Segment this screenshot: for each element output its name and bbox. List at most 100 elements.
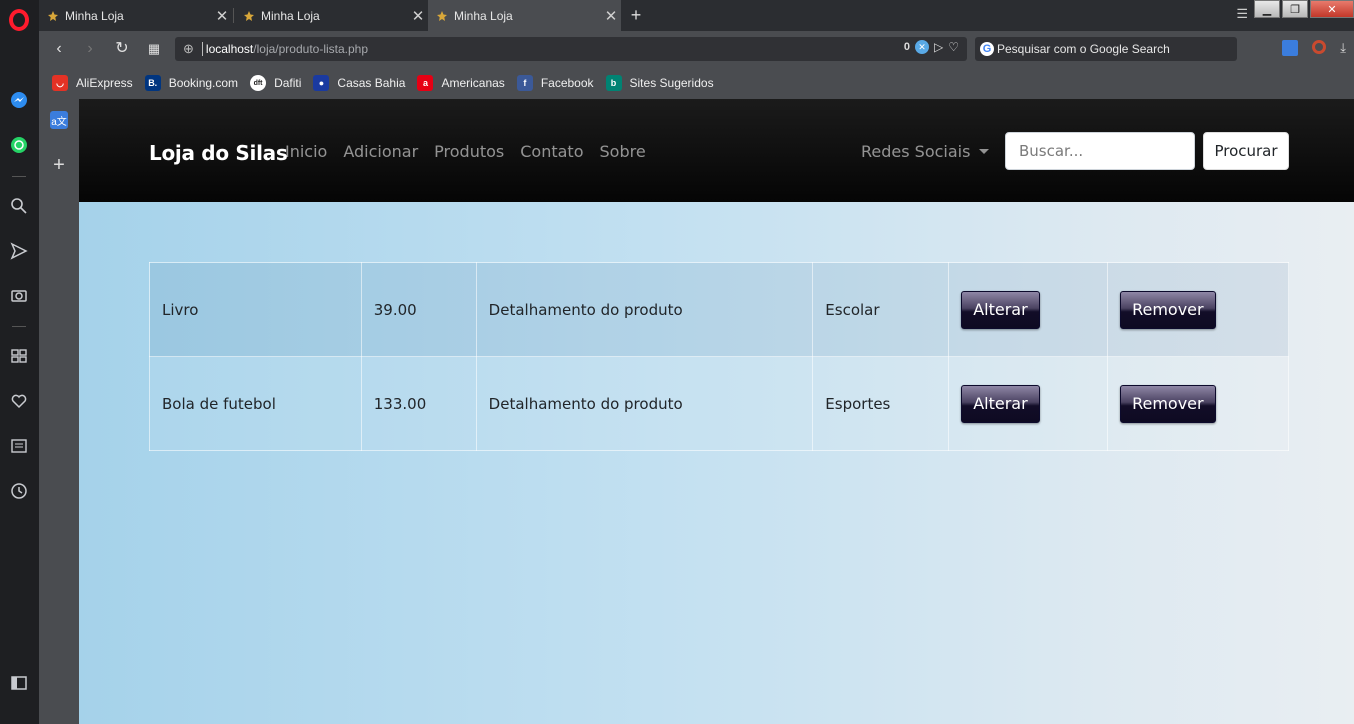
tracker-count: 0 xyxy=(903,41,910,53)
close-tab-icon[interactable]: ✕ xyxy=(212,7,232,25)
site-brand[interactable]: Loja do Silas xyxy=(149,141,288,165)
close-tab-icon[interactable]: ✕ xyxy=(408,7,428,25)
maximize-icon[interactable]: ❐ xyxy=(1282,0,1308,18)
store-favicon-icon xyxy=(47,10,59,22)
tab-title: Minha Loja xyxy=(261,8,320,23)
edit-cell: Alterar xyxy=(948,356,1109,451)
speed-dial-icon[interactable] xyxy=(8,345,30,367)
tab-title: Minha Loja xyxy=(454,8,513,23)
messenger-icon[interactable] xyxy=(8,89,30,111)
product-price: 39.00 xyxy=(360,262,477,357)
search-button[interactable]: Procurar xyxy=(1203,132,1289,170)
alterar-button[interactable]: Alterar xyxy=(961,384,1040,423)
caret-down-icon xyxy=(979,149,990,154)
camera-icon[interactable] xyxy=(8,284,30,306)
product-table: Livro 39.00 Detalhamento do produto Esco… xyxy=(149,262,1289,451)
nav-adicionar[interactable]: Adicionar xyxy=(343,142,418,161)
americanas-icon: a xyxy=(417,75,434,91)
news-icon[interactable] xyxy=(8,435,30,457)
search-engine-placeholder: Pesquisar com o Google Search xyxy=(997,42,1170,56)
close-window-icon[interactable]: ✕ xyxy=(1310,0,1354,18)
store-favicon-icon xyxy=(436,10,448,22)
product-price: 133.00 xyxy=(360,356,477,451)
vpn-extension-icon[interactable] xyxy=(1312,40,1327,54)
bookmark-americanas[interactable]: a Americanas xyxy=(417,75,505,91)
bookmark-aliexpress[interactable]: ◡ AliExpress xyxy=(52,75,133,91)
url-host: localhost xyxy=(201,42,253,56)
web-page: Loja do Silas Inicio Adicionar Produtos … xyxy=(79,99,1354,724)
close-tab-icon[interactable]: ✕ xyxy=(601,7,621,25)
dafiti-icon: dft xyxy=(250,75,267,91)
search-icon[interactable] xyxy=(8,195,30,217)
booking-icon: B. xyxy=(144,75,161,91)
tabs-grid-icon[interactable]: ▦ xyxy=(144,39,164,59)
remove-cell: Remover xyxy=(1107,262,1289,357)
facebook-icon: f xyxy=(516,75,533,91)
url-bar[interactable]: ⊕ localhost /loja/produto-lista.php 0 ✕ … xyxy=(175,37,967,61)
tab-bar: Minha Loja ✕ Minha Loja ✕ Minha Loja ✕ +… xyxy=(39,0,1354,31)
remove-cell: Remover xyxy=(1107,356,1289,451)
edit-cell: Alterar xyxy=(948,262,1109,357)
tab-title: Minha Loja xyxy=(65,8,124,23)
tab-3-active[interactable]: Minha Loja ✕ xyxy=(428,0,621,31)
nav-produtos[interactable]: Produtos xyxy=(434,142,504,161)
product-category: Esportes xyxy=(812,356,950,451)
ali-icon: ◡ xyxy=(52,75,68,91)
bookmark-heart-icon[interactable]: ♡ xyxy=(948,40,959,54)
table-row: Bola de futebol 133.00 Detalhamento do p… xyxy=(149,356,1289,451)
nav-inicio[interactable]: Inicio xyxy=(285,142,327,161)
window-controls: ▁ ❐ ✕ xyxy=(1252,0,1354,20)
translate-extension-icon[interactable] xyxy=(1282,40,1299,56)
product-description: Detalhamento do produto xyxy=(475,262,814,357)
alterar-button[interactable]: Alterar xyxy=(961,290,1040,329)
bookmark-sites-sugeridos[interactable]: b Sites Sugeridos xyxy=(605,75,714,91)
redes-sociais-dropdown[interactable]: Redes Sociais xyxy=(861,142,990,161)
site-navbar: Loja do Silas Inicio Adicionar Produtos … xyxy=(79,99,1354,202)
product-name: Bola de futebol xyxy=(149,356,362,451)
reload-icon[interactable]: ↻ xyxy=(112,39,132,59)
google-icon: G xyxy=(980,42,994,56)
product-name: Livro xyxy=(149,262,362,357)
tab-1[interactable]: Minha Loja ✕ xyxy=(39,0,232,31)
nav-contato[interactable]: Contato xyxy=(520,142,583,161)
tab-2[interactable]: Minha Loja ✕ xyxy=(235,0,428,31)
opera-logo-icon[interactable] xyxy=(9,9,29,31)
nav-sobre[interactable]: Sobre xyxy=(600,142,646,161)
url-path: /loja/produto-lista.php xyxy=(253,42,369,56)
dropdown-label: Redes Sociais xyxy=(861,142,971,161)
remover-button[interactable]: Remover xyxy=(1120,290,1216,329)
download-icon[interactable]: ⤓ xyxy=(1340,40,1346,56)
bookmarks-bar: ◡ AliExpress B. Booking.com dft Dafiti ● Cas… xyxy=(39,67,1354,99)
back-icon[interactable]: ‹ xyxy=(49,39,69,59)
casas-bahia-icon: ● xyxy=(313,75,330,91)
product-category: Escolar xyxy=(812,262,950,357)
send-icon[interactable] xyxy=(8,240,30,262)
opera-sidebar xyxy=(0,0,39,724)
bookmark-dafiti[interactable]: dft Dafiti xyxy=(250,75,301,91)
remover-button[interactable]: Remover xyxy=(1120,384,1216,423)
bookmark-facebook[interactable]: f Facebook xyxy=(516,75,594,91)
store-favicon-icon xyxy=(243,10,255,22)
bookmark-booking[interactable]: B. Booking.com xyxy=(144,75,238,91)
address-toolbar: ‹ › ↻ ▦ ⊕ localhost /loja/produto-lista.… xyxy=(39,31,1354,67)
add-panel-icon[interactable]: + xyxy=(50,155,68,175)
search-input[interactable] xyxy=(1005,132,1195,170)
side-panel: a文 + xyxy=(39,99,79,724)
search-engine-box[interactable]: G Pesquisar com o Google Search xyxy=(975,37,1237,61)
adblock-icon[interactable]: ✕ xyxy=(915,40,929,54)
minimize-icon[interactable]: ▁ xyxy=(1254,0,1280,18)
history-icon[interactable] xyxy=(8,480,30,502)
bing-icon: b xyxy=(605,75,622,91)
product-description: Detalhamento do produto xyxy=(475,356,814,451)
sidebar-toggle-icon[interactable] xyxy=(8,672,30,694)
whatsapp-icon[interactable] xyxy=(8,134,30,156)
forward-icon[interactable]: › xyxy=(80,39,100,59)
heart-icon[interactable] xyxy=(8,390,30,412)
new-tab-icon[interactable]: + xyxy=(625,4,647,26)
send-tab-icon[interactable]: ▷ xyxy=(934,40,943,54)
table-row: Livro 39.00 Detalhamento do produto Esco… xyxy=(149,262,1289,357)
tab-menu-icon[interactable]: ☰ xyxy=(1236,6,1248,22)
globe-icon: ⊕ xyxy=(183,41,194,56)
translate-icon[interactable]: a文 xyxy=(50,111,68,129)
bookmark-casas-bahia[interactable]: ● Casas Bahia xyxy=(313,75,405,91)
